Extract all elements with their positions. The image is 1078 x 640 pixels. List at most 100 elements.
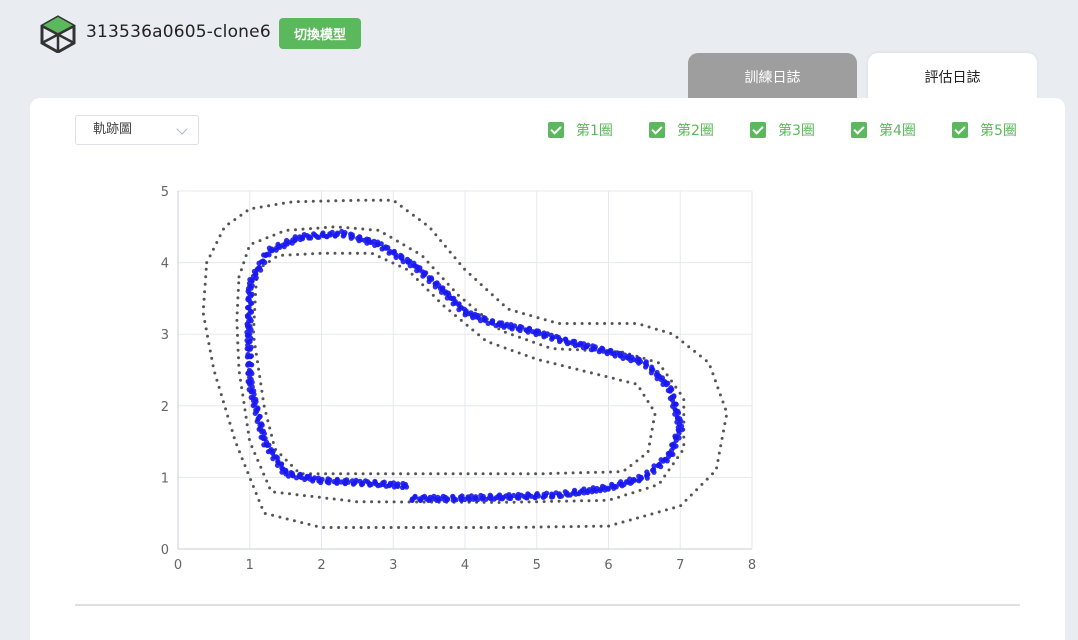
track-centerline-point — [431, 266, 435, 270]
trajectory-point — [289, 240, 295, 246]
track-centerline-point — [550, 499, 554, 503]
trajectory-point — [664, 458, 670, 464]
track-centerline-point — [576, 348, 579, 352]
track-border-inner-point — [376, 472, 380, 476]
track-border-inner-point — [270, 433, 273, 437]
track-border-outer-point — [554, 525, 558, 529]
trajectory-point — [353, 477, 359, 483]
trajectory-point — [281, 244, 287, 250]
switch-model-button[interactable]: 切換模型 — [279, 18, 361, 49]
trajectory-point — [472, 311, 478, 317]
track-centerline-point — [456, 293, 460, 297]
track-centerline-point — [237, 356, 240, 360]
track-border-outer-point — [204, 275, 208, 279]
trajectory-point — [525, 491, 531, 497]
track-border-inner-point — [553, 362, 557, 366]
trajectory-point — [576, 491, 582, 497]
track-centerline-point — [309, 227, 312, 231]
track-centerline-point — [642, 356, 646, 360]
trajectory-point — [487, 492, 493, 498]
trajectory-point — [435, 497, 441, 503]
trajectory-point — [535, 328, 541, 334]
track-border-inner-point — [253, 345, 257, 349]
track-border-outer-point — [464, 526, 468, 529]
track-border-outer-point — [679, 504, 683, 508]
track-border-inner-point — [503, 346, 507, 350]
trajectory-point — [468, 493, 474, 499]
track-border-outer-point — [522, 312, 525, 316]
track-border-outer-point — [289, 200, 293, 204]
y-tick-label: 4 — [161, 257, 169, 272]
x-tick-label: 4 — [461, 558, 469, 573]
track-border-outer-point — [664, 508, 668, 512]
track-border-outer-point — [610, 322, 614, 325]
track-centerline-point — [503, 330, 507, 334]
track-border-outer-point — [442, 526, 446, 529]
track-centerline-point — [441, 277, 445, 281]
track-border-outer-point — [319, 199, 323, 203]
track-centerline-point — [421, 255, 425, 259]
track-border-outer-point — [584, 524, 588, 528]
divider — [75, 604, 1020, 606]
track-border-outer-point — [411, 213, 415, 217]
trajectory-point — [245, 370, 252, 376]
trajectory-point — [262, 259, 268, 266]
track-centerline-point — [317, 495, 321, 499]
trajectory-point — [490, 318, 496, 324]
track-border-outer-point — [474, 278, 478, 281]
track-centerline-point — [520, 500, 524, 504]
track-border-inner-point — [384, 472, 388, 476]
trajectory-point — [544, 331, 551, 337]
track-border-outer-point — [259, 205, 263, 209]
trajectory-point — [348, 231, 354, 237]
track-border-outer-point — [211, 247, 215, 251]
track-border-inner-point — [531, 356, 535, 360]
trajectory-point — [431, 493, 437, 499]
track-centerline-point — [680, 450, 684, 453]
track-border-outer-point — [208, 349, 212, 353]
track-border-outer-point — [224, 407, 228, 411]
x-tick-label: 7 — [676, 558, 684, 573]
trajectory-point — [273, 247, 279, 253]
track-border-inner-point — [524, 354, 528, 357]
track-border-inner-point — [646, 400, 650, 403]
track-border-outer-point — [720, 436, 724, 440]
trajectory-point — [383, 244, 389, 250]
track-border-inner-point — [258, 375, 262, 378]
track-border-inner-point — [477, 333, 481, 337]
track-border-outer-point — [700, 482, 704, 486]
track-centerline-point — [338, 225, 342, 229]
track-border-outer-point — [349, 199, 353, 202]
track-border-inner-point — [474, 472, 478, 476]
track-border-outer-point — [543, 318, 547, 322]
track-border-outer-point — [203, 282, 207, 286]
track-centerline-point — [542, 500, 546, 504]
track-centerline-point — [532, 340, 536, 344]
track-border-inner-point — [646, 449, 650, 453]
track-border-outer-point — [233, 218, 237, 222]
track-border-outer-point — [479, 526, 483, 529]
track-centerline-point — [568, 348, 572, 351]
track-centerline-point — [512, 500, 516, 504]
tab-training-log[interactable]: 訓練日誌 — [688, 53, 857, 100]
track-border-inner-point — [303, 252, 307, 256]
track-border-inner-point — [326, 251, 329, 255]
track-border-outer-point — [640, 323, 644, 327]
track-border-outer-point — [405, 209, 409, 213]
track-centerline-point — [236, 288, 240, 292]
track-border-outer-point — [296, 200, 300, 204]
cube-logo-icon — [40, 15, 76, 53]
track-border-inner-point — [391, 261, 395, 265]
track-border-inner-point — [489, 341, 493, 345]
track-border-outer-point — [715, 466, 719, 470]
track-border-outer-point — [698, 354, 702, 358]
track-centerline-point — [602, 498, 606, 502]
tab-evaluation-log[interactable]: 評估日誌 — [868, 53, 1037, 100]
track-centerline-point — [236, 303, 240, 307]
track-centerline-point — [295, 493, 299, 497]
trajectory-point — [245, 351, 251, 358]
trajectory-point — [316, 475, 322, 481]
trajectory-point — [400, 480, 406, 487]
track-centerline-point — [361, 227, 365, 231]
track-centerline-point — [247, 438, 251, 441]
